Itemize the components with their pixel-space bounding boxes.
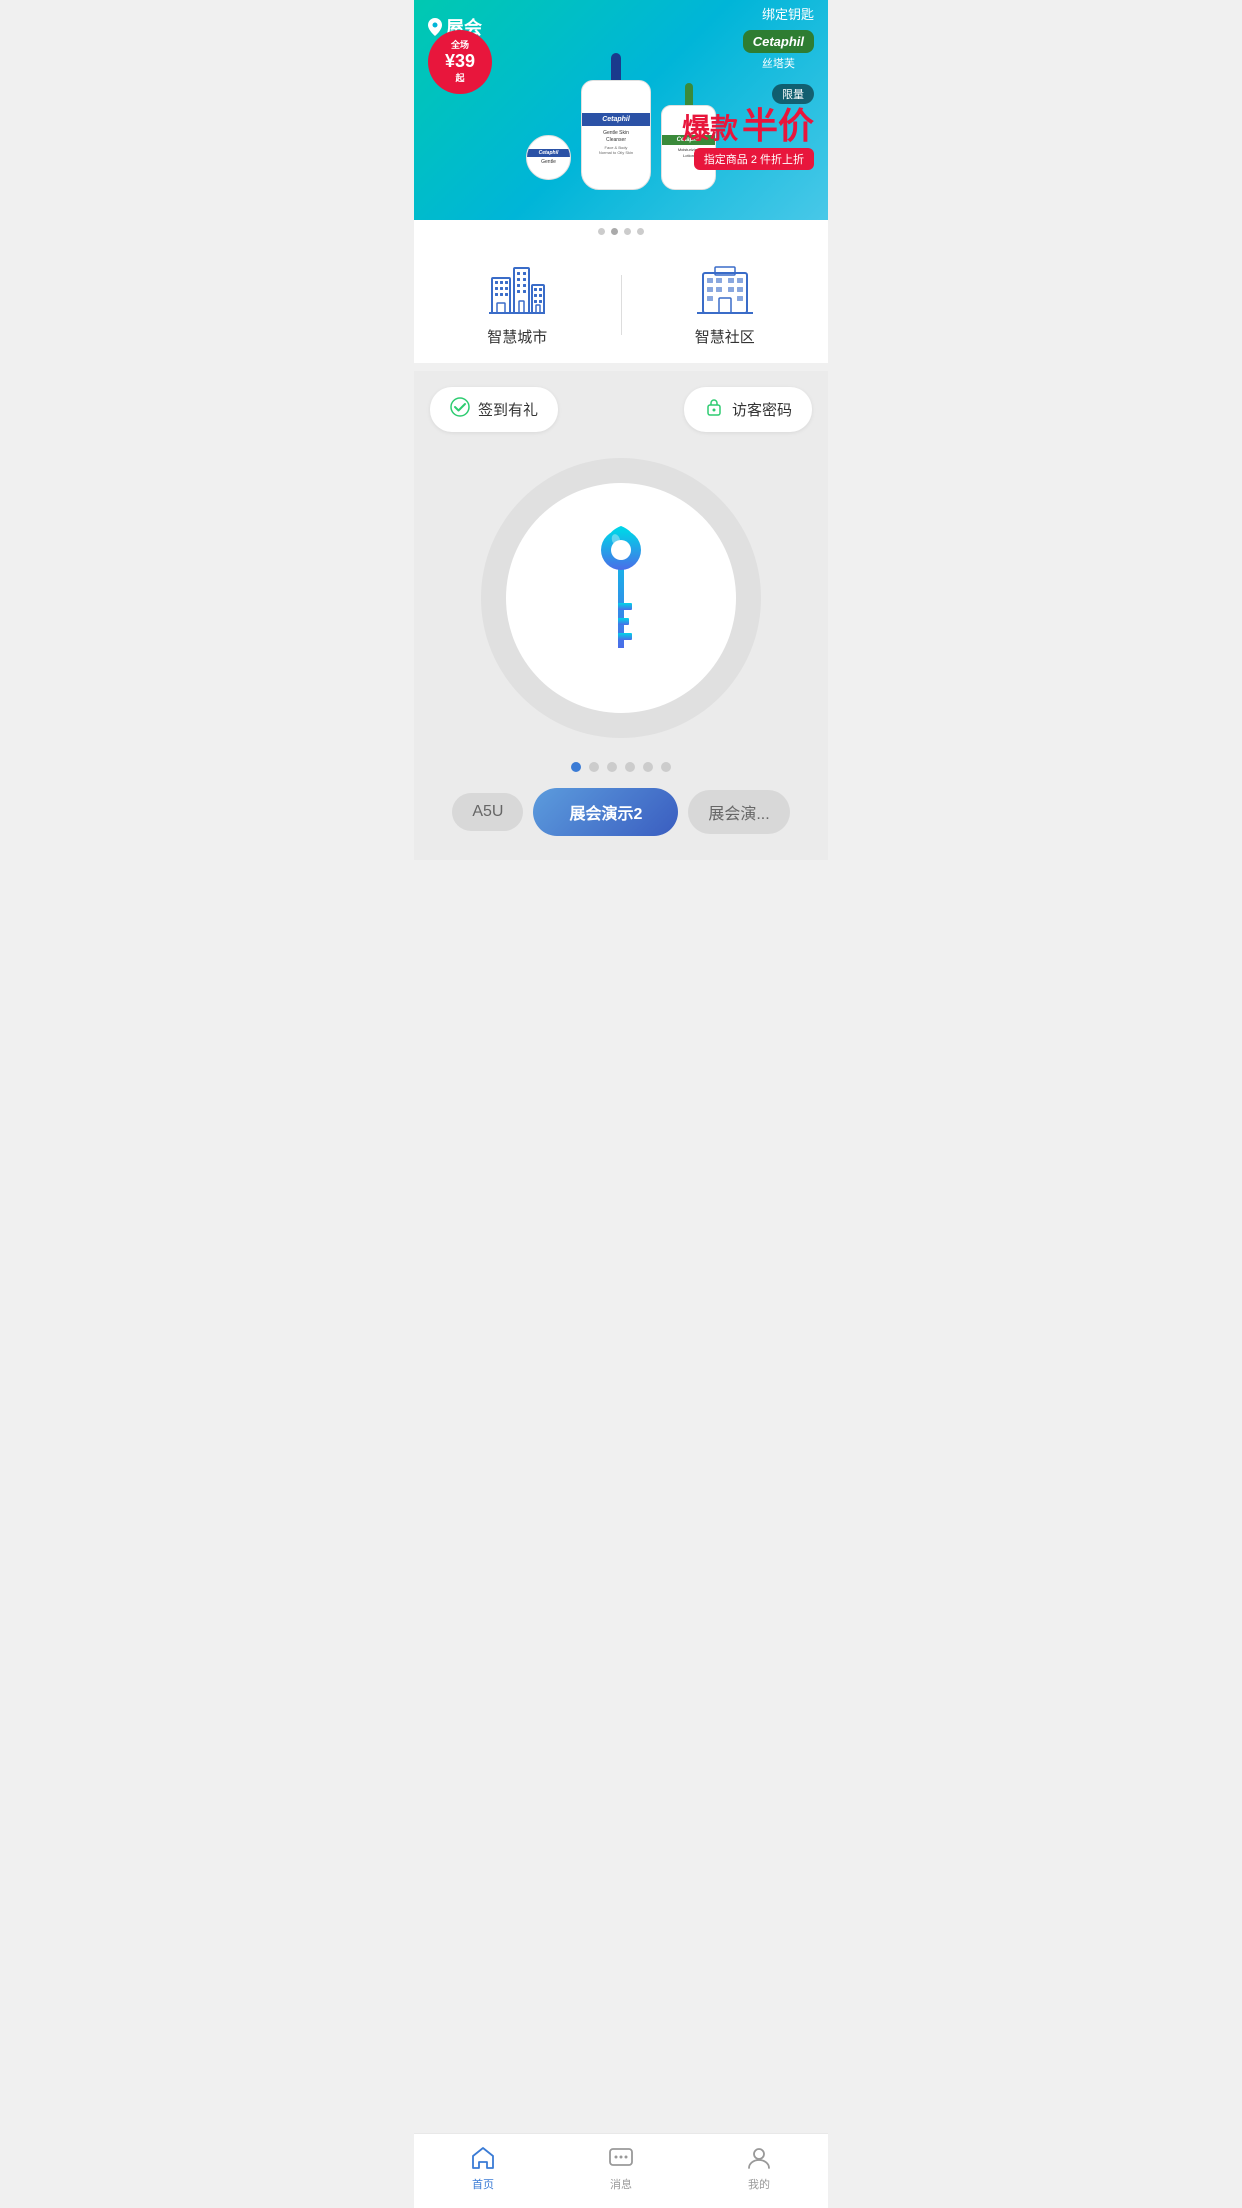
sub-promo-text: 指定商品 2 件折上折 bbox=[694, 148, 814, 170]
bind-key-text: 绑定钥匙 bbox=[762, 4, 814, 23]
banner-dot-4 bbox=[637, 228, 644, 235]
nav-mine-label: 我的 bbox=[748, 2176, 770, 2192]
message-icon bbox=[607, 2144, 635, 2172]
carousel-dot-4 bbox=[625, 762, 635, 772]
carousel-dot-5 bbox=[643, 762, 653, 772]
user-icon bbox=[745, 2144, 773, 2172]
banner-promo-text: 限量 爆款 半价 指定商品 2 件折上折 bbox=[682, 84, 814, 170]
checkin-icon bbox=[450, 397, 470, 422]
visitor-label: 访客密码 bbox=[732, 399, 792, 420]
key-circle-outer bbox=[481, 458, 761, 738]
category-smart-city[interactable]: 智慧城市 bbox=[414, 263, 621, 347]
nav-message-label: 消息 bbox=[610, 2176, 632, 2192]
category-section: 智慧城市 bbox=[414, 243, 828, 363]
smart-community-label: 智慧社区 bbox=[695, 326, 755, 347]
bottom-nav: 首页 消息 我的 bbox=[414, 2133, 828, 2208]
half-price-text: 半价 bbox=[742, 108, 814, 144]
checkin-label: 签到有礼 bbox=[478, 399, 538, 420]
tab-demo2[interactable]: 展会演示2 bbox=[533, 788, 678, 836]
badge-whole: 全场 bbox=[451, 40, 469, 51]
carousel-dot-1 bbox=[571, 762, 581, 772]
carousel-dots bbox=[571, 762, 671, 772]
key-circle-inner bbox=[506, 483, 736, 713]
category-smart-community[interactable]: 智慧社区 bbox=[622, 263, 829, 347]
key-icon bbox=[566, 518, 676, 678]
smart-city-icon bbox=[487, 263, 547, 318]
visitor-icon bbox=[704, 397, 724, 422]
carousel-dot-3 bbox=[607, 762, 617, 772]
banner-dots bbox=[414, 220, 828, 243]
banner-dot-1 bbox=[598, 228, 605, 235]
carousel-dot-6 bbox=[661, 762, 671, 772]
home-icon bbox=[469, 2144, 497, 2172]
smart-community-icon bbox=[695, 263, 755, 318]
checkin-button[interactable]: 签到有礼 bbox=[430, 387, 558, 432]
tab-a5u[interactable]: A5U bbox=[452, 793, 523, 831]
nav-home-label: 首页 bbox=[472, 2176, 494, 2192]
banner-dot-3 bbox=[624, 228, 631, 235]
nav-home[interactable]: 首页 bbox=[414, 2144, 552, 2192]
cetaphil-logo: Cetaphil bbox=[743, 30, 814, 53]
visitor-button[interactable]: 访客密码 bbox=[684, 387, 812, 432]
banner-dot-2 bbox=[611, 228, 618, 235]
nav-message[interactable]: 消息 bbox=[552, 2144, 690, 2192]
nav-mine[interactable]: 我的 bbox=[690, 2144, 828, 2192]
limited-label: 限量 bbox=[772, 84, 814, 104]
action-row: 签到有礼 访客密码 bbox=[430, 387, 812, 432]
key-display-area[interactable]: A5U 展会演示2 展会演... bbox=[430, 448, 812, 844]
smart-city-label: 智慧城市 bbox=[487, 326, 547, 347]
tab-demo3[interactable]: 展会演... bbox=[688, 790, 789, 834]
big-sale-text: 爆款 bbox=[682, 115, 738, 143]
tab-bar: A5U 展会演示2 展会演... bbox=[452, 788, 789, 844]
promo-banner[interactable]: 屋会 全场 ¥39 起 绑定钥匙 Cetaphil 丝塔芙 Cetaphil G… bbox=[414, 0, 828, 220]
main-content: 签到有礼 访客密码 bbox=[414, 371, 828, 860]
carousel-dot-2 bbox=[589, 762, 599, 772]
